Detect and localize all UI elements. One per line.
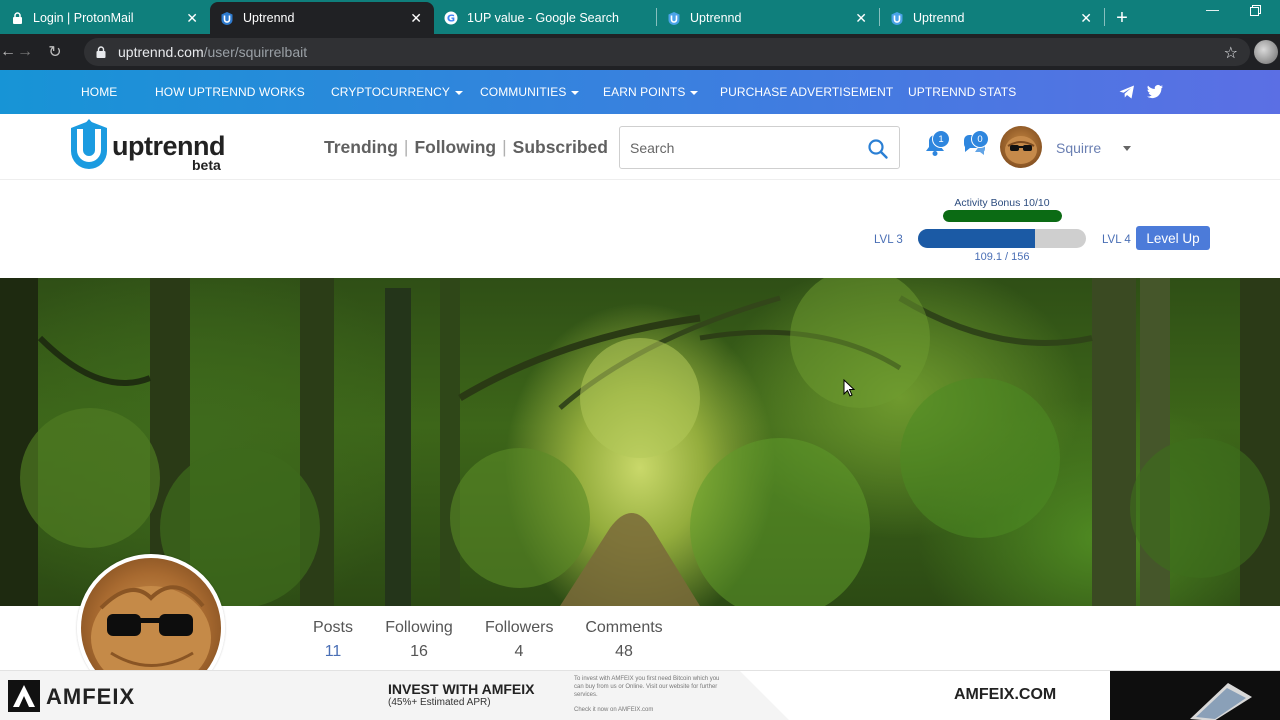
nav-how-uptrennd-works[interactable]: HOW UPTRENND WORKS xyxy=(155,85,305,99)
feed-tabs: Trending | Following | Subscribed xyxy=(324,137,608,158)
url-host: uptrennd.com xyxy=(118,44,204,60)
ad-fine-print: To invest with AMFEIX you first need Bit… xyxy=(574,676,720,698)
search-icon[interactable] xyxy=(867,138,889,160)
uptrennd-favicon xyxy=(220,11,234,25)
xp-progress-bar xyxy=(918,229,1086,248)
tab-following[interactable]: Following xyxy=(414,137,496,157)
uptrennd-favicon xyxy=(667,11,681,25)
google-icon: G xyxy=(444,11,458,25)
stat-label: Following xyxy=(385,619,453,636)
nav-communities[interactable]: COMMUNITIES xyxy=(480,85,580,99)
stat-value: 4 xyxy=(514,643,524,660)
tab-title: Uptrennd xyxy=(690,11,742,25)
search-input[interactable] xyxy=(630,137,850,159)
stat-followers[interactable]: Followers 4 xyxy=(485,619,553,661)
tab-subscribed[interactable]: Subscribed xyxy=(513,137,608,157)
lock-icon xyxy=(96,46,106,58)
mouse-cursor-icon xyxy=(843,379,855,397)
tab-uptrennd-active[interactable]: Uptrennd ✕ xyxy=(210,2,434,34)
activity-bonus-label: Activity Bonus 10/10 xyxy=(954,197,1050,209)
tab-google-search[interactable]: G 1UP value - Google Search xyxy=(434,2,656,34)
current-level-label: LVL 3 xyxy=(874,234,903,246)
svg-text:G: G xyxy=(447,14,455,25)
user-avatar[interactable] xyxy=(1000,126,1042,168)
nav-uptrennd-stats[interactable]: UPTRENND STATS xyxy=(908,85,1016,99)
nav-earn-points[interactable]: EARN POINTS xyxy=(603,85,699,99)
forest-illustration xyxy=(0,278,1280,606)
tab-title: Uptrennd xyxy=(243,11,295,25)
profile-cover-image xyxy=(0,278,1280,606)
stat-label: Posts xyxy=(312,619,353,636)
advertisement-banner[interactable]: AMFEIX INVEST WITH AMFEIX (45%+ Estimate… xyxy=(0,670,1280,720)
chevron-down-icon xyxy=(690,90,699,95)
xp-progress-fill xyxy=(918,229,1036,248)
amfeix-logo-icon xyxy=(8,680,40,712)
uptrennd-shield-icon xyxy=(71,119,107,169)
browser-profile-avatar[interactable] xyxy=(1254,40,1278,64)
address-bar[interactable]: uptrennd.com/user/squirrelbait ☆ xyxy=(84,38,1250,66)
tab-title: 1UP value - Google Search xyxy=(467,11,619,25)
logo-beta: beta xyxy=(192,157,221,173)
nav-home[interactable]: HOME xyxy=(81,85,117,99)
next-level-label: LVL 4 xyxy=(1102,234,1131,246)
chevron-down-icon xyxy=(571,90,580,95)
notification-count-badge: 1 xyxy=(932,130,950,148)
restore-icon[interactable] xyxy=(1250,4,1261,19)
search-box xyxy=(619,126,900,169)
nav-purchase-advertisement[interactable]: PURCHASE ADVERTISEMENT xyxy=(720,85,893,99)
level-up-button[interactable]: Level Up xyxy=(1136,226,1210,250)
browser-toolbar: ← → ↻ uptrennd.com/user/squirrelbait ☆ xyxy=(0,34,1280,70)
nav-cryptocurrency[interactable]: CRYPTOCURRENCY xyxy=(331,85,463,99)
close-icon[interactable]: ✕ xyxy=(186,10,198,27)
stat-label: Comments xyxy=(585,619,663,636)
ad-fine-print-cta: Check it now on AMFEIX.com xyxy=(574,707,654,713)
new-tab-button[interactable]: + xyxy=(1105,2,1139,34)
ad-brand: AMFEIX xyxy=(46,684,136,709)
tab-uptrennd-3[interactable]: Uptrennd ✕ xyxy=(880,2,1104,34)
uptrennd-favicon xyxy=(890,11,904,25)
ad-subline: (45%+ Estimated APR) xyxy=(388,697,491,708)
stat-following[interactable]: Following 16 xyxy=(385,619,453,661)
bookmark-star-icon[interactable]: ☆ xyxy=(1224,43,1238,63)
telegram-icon[interactable] xyxy=(1118,83,1136,101)
ad-headline: INVEST WITH AMFEIX xyxy=(388,681,535,697)
ad-image-laptop xyxy=(1110,671,1280,720)
back-arrow-icon[interactable]: ← xyxy=(0,43,16,61)
close-icon[interactable]: ✕ xyxy=(855,10,867,27)
stat-value: 16 xyxy=(410,643,428,660)
stat-label: Followers xyxy=(485,619,554,636)
reload-icon[interactable]: ↻ xyxy=(40,42,70,62)
stat-value: 11 xyxy=(324,643,342,660)
close-icon[interactable]: ✕ xyxy=(1080,10,1092,27)
username[interactable]: Squirre xyxy=(1056,140,1101,156)
tab-divider: | xyxy=(403,137,409,157)
stat-value: 48 xyxy=(615,643,633,660)
minimize-icon[interactable]: — xyxy=(1206,2,1219,17)
site-main-nav: HOME HOW UPTRENND WORKS CRYPTOCURRENCY C… xyxy=(0,70,1280,114)
lock-icon xyxy=(10,11,24,25)
uptrennd-logo[interactable]: uptrennd beta xyxy=(68,119,238,175)
close-icon[interactable]: ✕ xyxy=(410,10,422,27)
tab-divider: | xyxy=(502,137,507,157)
tab-uptrennd-2[interactable]: Uptrennd ✕ xyxy=(657,2,879,34)
message-count-badge: 0 xyxy=(971,130,989,148)
chevron-down-icon xyxy=(454,90,463,95)
stat-comments[interactable]: Comments 48 xyxy=(585,619,663,661)
chevron-down-icon[interactable] xyxy=(1123,146,1131,151)
site-header: uptrennd beta Trending | Following | Subscri… xyxy=(0,114,1280,180)
tab-protonmail[interactable]: Login | ProtonMail ✕ xyxy=(0,2,210,34)
activity-bonus-fill xyxy=(943,210,1062,222)
xp-progress-text: 109.1 / 156 xyxy=(974,251,1030,263)
ad-domain: AMFEIX.COM xyxy=(954,686,1057,703)
forward-arrow-icon[interactable]: → xyxy=(10,43,40,61)
browser-tab-bar: Login | ProtonMail ✕ Uptrennd ✕ G 1UP va… xyxy=(0,0,1280,34)
activity-bonus-bar xyxy=(943,210,1062,222)
stat-posts[interactable]: Posts 11 xyxy=(312,619,354,661)
url-path: /user/squirrelbait xyxy=(203,44,308,60)
tab-title: Login | ProtonMail xyxy=(33,11,134,25)
tab-trending[interactable]: Trending xyxy=(324,137,398,157)
tab-title: Uptrennd xyxy=(913,11,965,25)
twitter-icon[interactable] xyxy=(1146,83,1164,101)
